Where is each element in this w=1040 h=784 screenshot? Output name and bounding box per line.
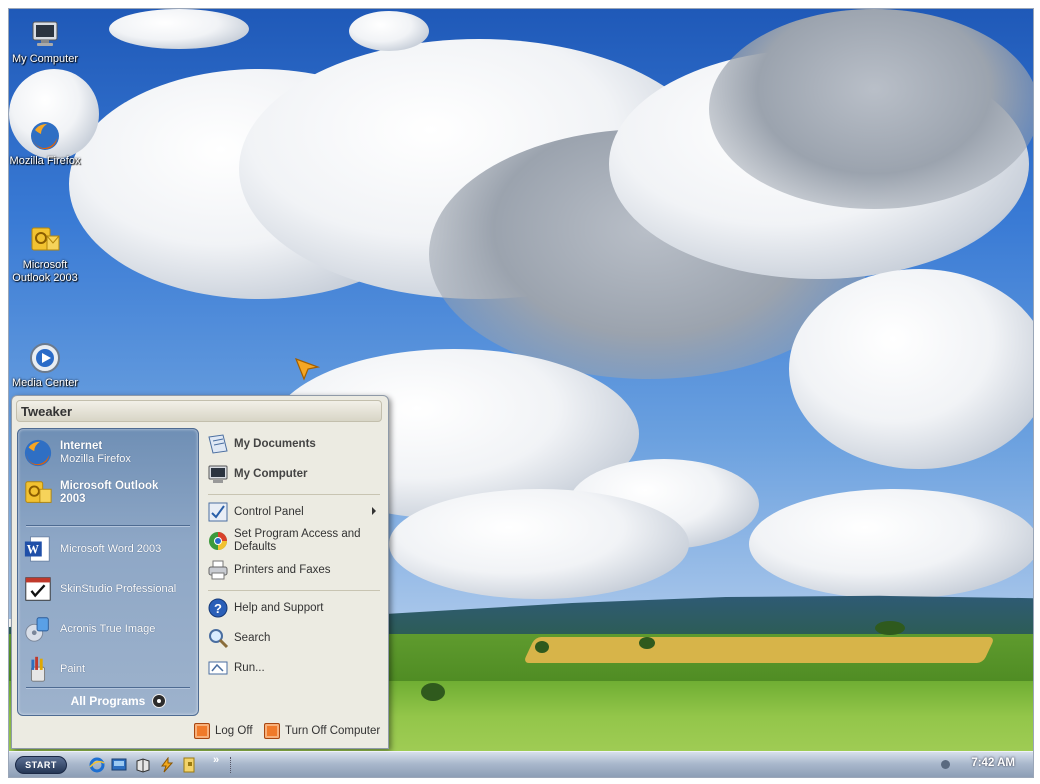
pinned-title-line2: 2003	[60, 493, 86, 505]
pinned-title: Microsoft Outlook	[60, 480, 159, 492]
help-support-label: Help and Support	[234, 601, 324, 614]
my-computer-label: My Computer	[234, 467, 308, 480]
recent-paint[interactable]: Paint	[22, 651, 194, 687]
start-menu-programs-pane: Internet Mozilla Firefox Microsoft Outloo…	[17, 428, 199, 716]
internet-explorer-icon[interactable]	[89, 757, 105, 773]
desktop-icon-firefox[interactable]: Mozilla Firefox	[9, 119, 85, 168]
desktop-icon-label-line1: Microsoft	[22, 259, 68, 271]
flash-icon[interactable]	[159, 757, 175, 773]
notification-icon[interactable]	[941, 760, 950, 769]
recent-acronis[interactable]: Acronis True Image	[22, 611, 194, 647]
recent-label: Microsoft Word 2003	[60, 542, 162, 555]
monitor-icon	[206, 462, 230, 486]
log-off-icon	[194, 723, 210, 739]
search-link[interactable]: Search	[206, 626, 382, 650]
separator	[230, 757, 233, 773]
my-computer-link[interactable]: My Computer	[206, 462, 382, 486]
log-off-button[interactable]: Log Off	[194, 723, 253, 739]
pinned-title: Internet	[60, 440, 103, 452]
search-label: Search	[234, 631, 271, 644]
all-programs-button[interactable]: All Programs	[22, 691, 194, 711]
my-documents-link[interactable]: My Documents	[206, 432, 382, 456]
start-menu-header: Tweaker	[16, 400, 382, 422]
log-off-label: Log Off	[215, 725, 253, 737]
desktop-icon-media-center[interactable]: Media Center	[9, 341, 85, 390]
pinned-outlook[interactable]: Microsoft Outlook 2003	[22, 475, 194, 511]
taskbar: START » 7:42 AM	[9, 751, 1033, 777]
pinned-subtitle: Mozilla Firefox	[60, 453, 131, 465]
quick-launch-chevron[interactable]: »	[213, 754, 219, 766]
turn-off-button[interactable]: Turn Off Computer	[264, 723, 380, 739]
media-center-icon	[28, 341, 62, 375]
firefox-icon	[28, 119, 62, 153]
paint-icon	[22, 653, 54, 685]
separator	[26, 525, 190, 527]
recent-label: Paint	[60, 662, 86, 675]
documents-icon	[206, 432, 230, 456]
desktop-icon-my-computer[interactable]: My Computer	[9, 17, 85, 66]
mouse-cursor-icon	[294, 357, 320, 381]
power-icon	[264, 723, 280, 739]
submenu-arrow-icon	[372, 507, 376, 515]
desktop-icon-label: Mozilla Firefox	[9, 155, 81, 167]
separator	[26, 687, 190, 689]
folder-icon[interactable]	[181, 757, 197, 773]
recent-skinstudio[interactable]: SkinStudio Professional	[22, 571, 194, 607]
start-button[interactable]: START	[15, 756, 67, 774]
firefox-icon	[22, 437, 54, 469]
separator	[208, 494, 380, 495]
help-support-link[interactable]: ? Help and Support	[206, 596, 382, 620]
acronis-icon	[22, 613, 54, 645]
printers-faxes-label: Printers and Faxes	[234, 563, 331, 576]
desktop-icon-outlook[interactable]: Microsoft Outlook 2003	[9, 223, 85, 285]
program-access-icon	[206, 529, 230, 553]
printer-icon	[206, 558, 230, 582]
recent-label: SkinStudio Professional	[60, 582, 177, 595]
recent-label: Acronis True Image	[60, 622, 156, 635]
svg-text:W: W	[27, 543, 39, 557]
set-program-access-label: Set Program Access and	[234, 528, 361, 540]
run-icon	[206, 656, 230, 680]
skinstudio-icon	[22, 573, 54, 605]
book-icon[interactable]	[135, 757, 151, 773]
run-label: Run...	[234, 661, 265, 674]
word-icon: W	[22, 533, 54, 565]
start-menu-footer: Log Off Turn Off Computer	[12, 720, 386, 744]
control-panel-link[interactable]: Control Panel	[206, 500, 382, 524]
all-programs-label: All Programs	[70, 694, 146, 708]
all-programs-arrow-icon	[152, 694, 166, 708]
outlook-icon	[22, 477, 54, 509]
set-program-access-link[interactable]: Set Program Access and Defaults	[206, 526, 382, 556]
printers-faxes-link[interactable]: Printers and Faxes	[206, 558, 382, 582]
desktop-icon-label: Media Center	[11, 377, 79, 389]
control-panel-label: Control Panel	[234, 505, 304, 518]
svg-text:?: ?	[214, 601, 222, 616]
recent-word[interactable]: W Microsoft Word 2003	[22, 531, 194, 567]
desktop-icon-label: My Computer	[11, 53, 79, 65]
pinned-internet[interactable]: Internet Mozilla Firefox	[22, 435, 194, 471]
start-menu: Tweaker Internet Mozilla Firefox Microsof…	[11, 395, 389, 749]
show-desktop-icon[interactable]	[111, 757, 127, 773]
my-documents-label: My Documents	[234, 437, 316, 450]
monitor-icon	[28, 17, 62, 51]
desktop-icon-label-line2: Outlook 2003	[12, 272, 78, 284]
desktop-screen: My Computer Mozilla Firefox Microsoft Ou…	[8, 8, 1034, 778]
start-menu-places-pane: My Documents My Computer Control Panel S…	[204, 428, 384, 714]
set-program-access-label-line2: Defaults	[234, 541, 277, 553]
control-panel-icon	[206, 500, 230, 524]
clock[interactable]: 7:42 AM	[971, 757, 1015, 769]
turn-off-label: Turn Off Computer	[285, 725, 381, 737]
run-link[interactable]: Run...	[206, 656, 382, 680]
help-icon: ?	[206, 596, 230, 620]
search-icon	[206, 626, 230, 650]
outlook-icon	[28, 223, 62, 257]
separator	[208, 590, 380, 591]
